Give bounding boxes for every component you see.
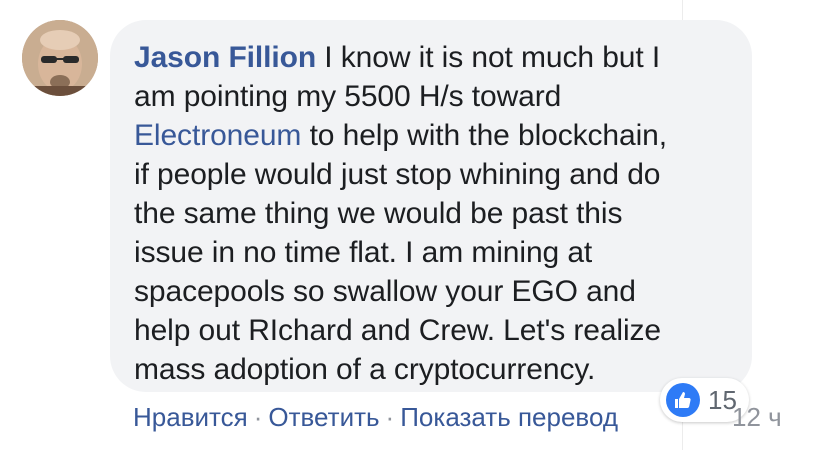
comment-line: mass adoption of a cryptocurrency. [134,353,596,386]
comment-line-text: to help with the blockchain, [301,119,668,152]
comment-line: if people would just stop whining and do [134,158,661,191]
thumbs-up-icon [666,383,700,417]
timestamp[interactable]: 12 ч [732,402,782,433]
comment-line: the same thing we would be past this [134,197,623,230]
mention-link[interactable]: Electroneum [134,119,301,152]
thumbs-up-glyph [675,392,691,408]
comment-actions: Нравится · Ответить · Показать перевод [133,402,618,433]
comment-line: am pointing my 5500 H/s toward [134,80,562,113]
comment-line: issue in no time flat. I am mining at [134,236,593,269]
comment-line: spacepools so swallow your EGO and [134,275,636,308]
like-link[interactable]: Нравится [133,402,248,432]
user-photo-icon [22,20,98,96]
comment-line: help out RIchard and Crew. Let's realize [134,314,662,347]
comment-line-text: I know it is not much but I [316,41,661,74]
author-name-link[interactable]: Jason Fillion [134,41,316,74]
comment-bubble: Jason Fillion I know it is not much but … [110,20,752,392]
separator: · [253,402,263,432]
comment-line: Electroneum to help with the blockchain, [134,116,744,155]
comment-line: Jason Fillion I know it is not much but … [134,38,744,77]
avatar[interactable] [22,20,98,96]
translate-link[interactable]: Показать перевод [400,402,618,432]
comment-text: Jason Fillion I know it is not much but … [134,38,744,389]
reply-link[interactable]: Ответить [268,402,379,432]
separator: · [385,402,395,432]
